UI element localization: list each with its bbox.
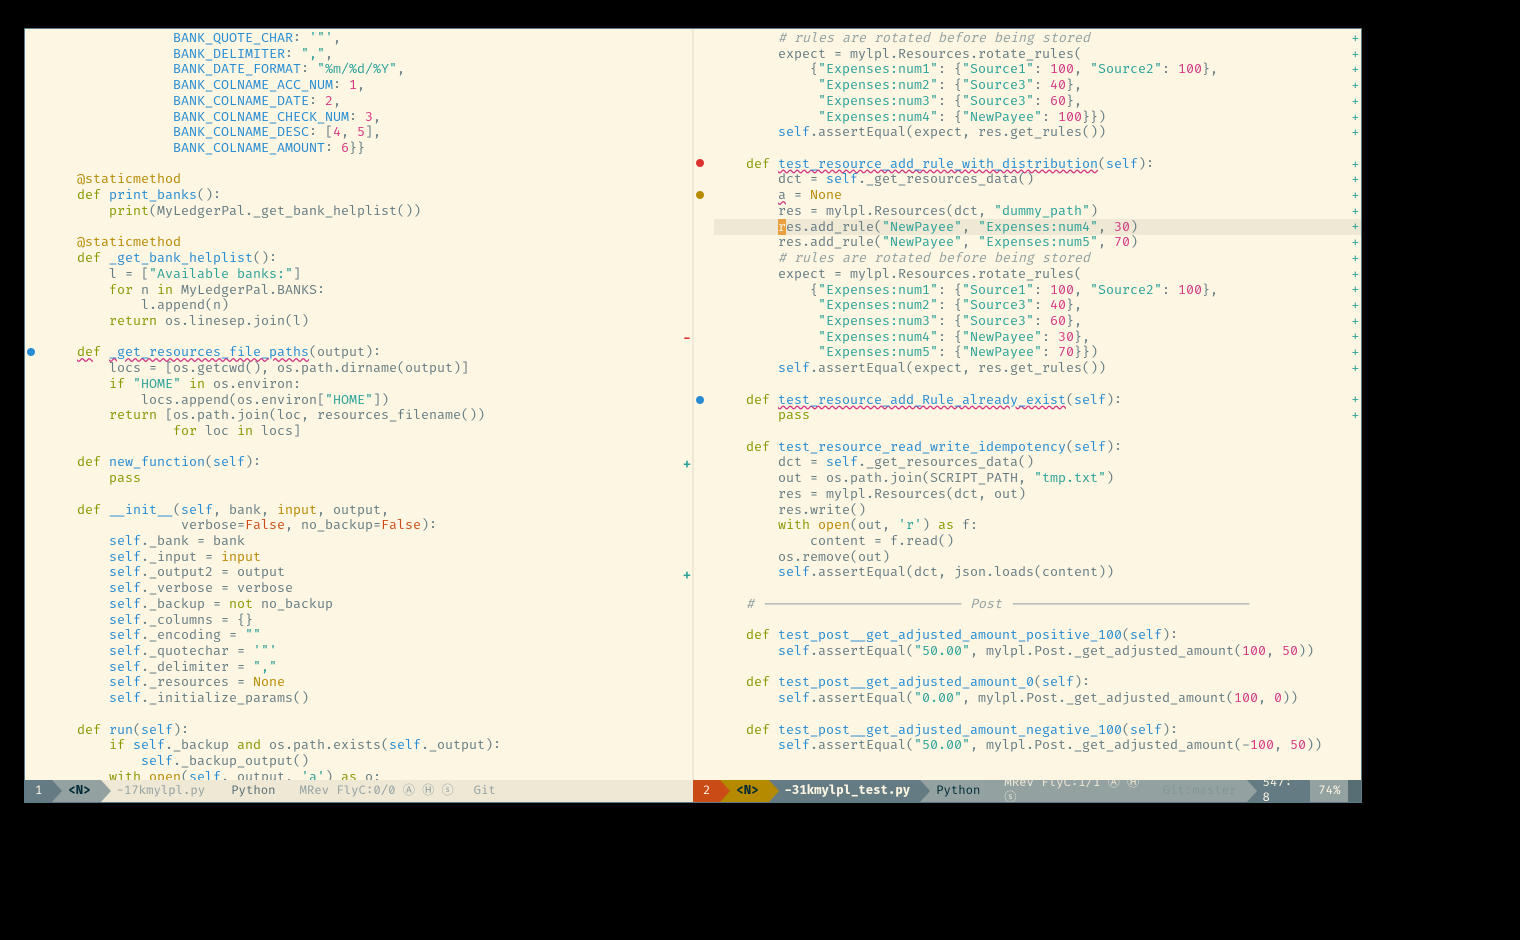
left-pane[interactable]: BANK_QUOTE_CHAR: '"', BANK_DELIMITER: ",… [25,29,694,780]
minor-modes: MRev FlyC:0/0 Ⓐ Ⓗ ⓢ [285,780,463,802]
editor-frame: BANK_QUOTE_CHAR: '"', BANK_DELIMITER: ",… [24,28,1362,803]
git-branch: Git [464,780,506,802]
window-number: 2 [693,780,720,802]
diff-added-icon: + [682,458,692,473]
buffer-name[interactable]: - 31k mylpl_test.py [769,780,921,802]
modeline-right[interactable]: 2 <N> - 31k mylpl_test.py Python MRev Fl… [693,780,1361,802]
buffer-name[interactable]: - 17k mylpl.py [101,780,216,802]
scroll-percent: 74% [1310,780,1348,802]
right-code[interactable]: # rules are rotated before being stored … [694,29,1361,754]
left-gutter [25,29,39,780]
split-panes: BANK_QUOTE_CHAR: '"', BANK_DELIMITER: ",… [25,29,1361,780]
git-branch: Git:master [1153,780,1247,802]
modeline-left[interactable]: 1 <N> - 17k mylpl.py Python MRev FlyC:0/… [25,780,693,802]
error-icon [696,159,704,167]
bookmark-icon [696,396,704,404]
warning-icon [696,191,704,199]
left-code[interactable]: BANK_QUOTE_CHAR: '"', BANK_DELIMITER: ",… [25,29,692,780]
major-mode[interactable]: Python [920,780,990,802]
right-pane[interactable]: # rules are rotated before being stored … [694,29,1361,780]
cursor-position: 547: 8 [1247,780,1311,802]
major-mode[interactable]: Python [215,780,285,802]
diff-removed-icon: - [682,332,692,347]
window-number: 1 [25,780,52,802]
right-gutter [694,29,708,780]
scroll-indicator [1348,780,1361,802]
diff-added-column: +++++++++++++++++++++++ [1352,31,1359,424]
modeline: 1 <N> - 17k mylpl.py Python MRev FlyC:0/… [25,780,1361,802]
minor-modes: MRev FlyC:1/1 Ⓐ Ⓗ ⓢ [990,780,1152,802]
diff-added-icon: + [682,569,692,584]
bookmark-icon [27,348,35,356]
